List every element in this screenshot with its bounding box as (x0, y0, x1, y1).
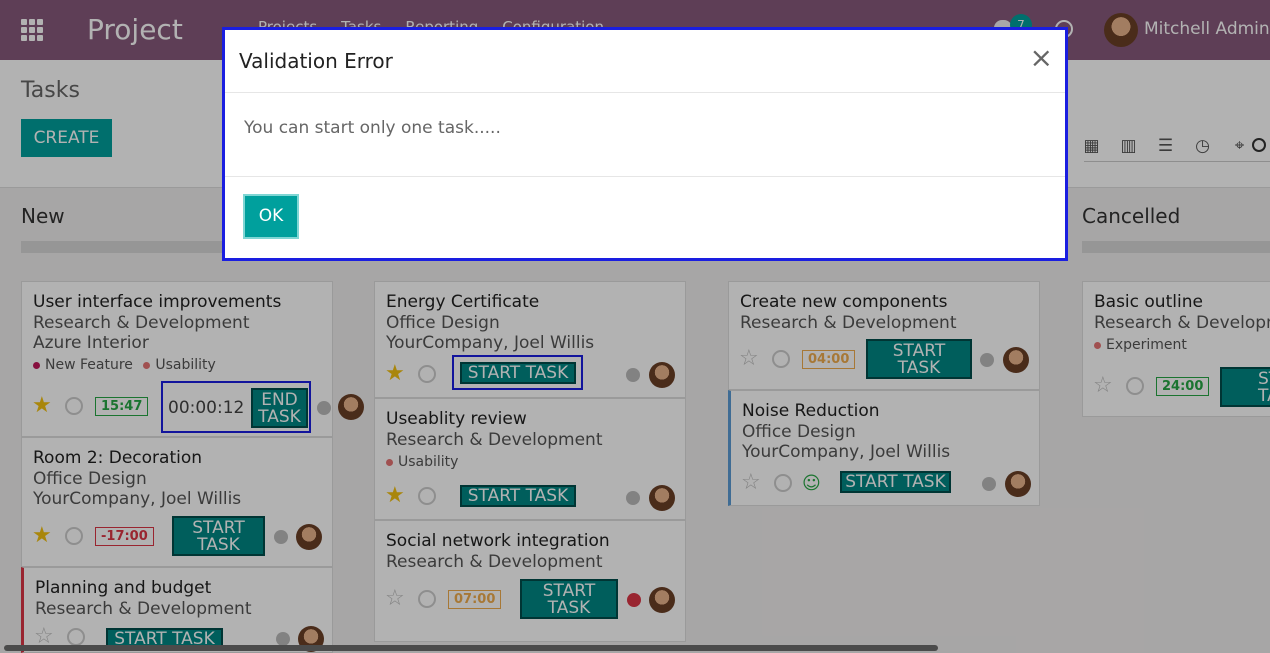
dialog-body: You can start only one task..... (225, 93, 1065, 177)
ok-button[interactable]: OK (243, 194, 299, 239)
close-icon[interactable]: × (1030, 44, 1053, 72)
dialog-header: Validation Error × (225, 30, 1065, 93)
dialog-message: You can start only one task..... (244, 118, 501, 138)
validation-error-dialog: Validation Error × You can start only on… (222, 27, 1068, 261)
dialog-title: Validation Error (239, 49, 393, 73)
